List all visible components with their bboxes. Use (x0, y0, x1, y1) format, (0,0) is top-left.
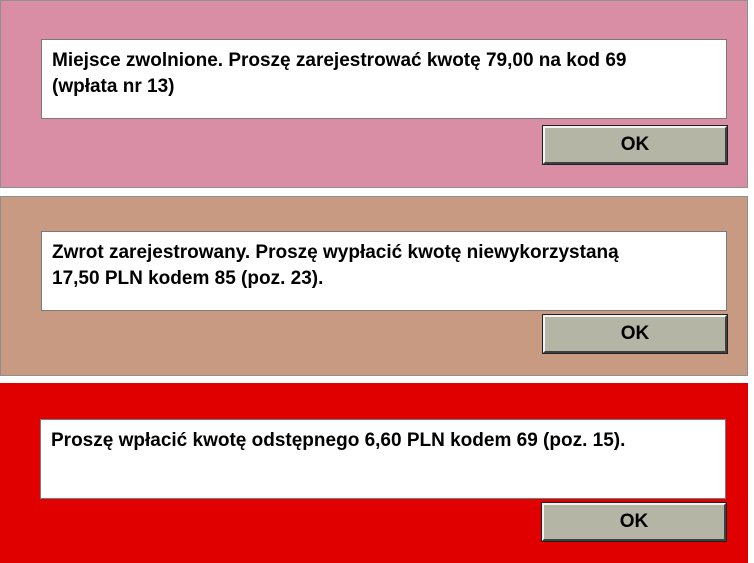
message-line: Miejsce zwolnione. Proszę zarejestrować … (52, 50, 627, 71)
ok-button[interactable]: OK (542, 125, 728, 165)
message-box: Proszę wpłacić kwotę odstępnego 6,60 PLN… (40, 419, 726, 499)
message-box: Miejsce zwolnione. Proszę zarejestrować … (41, 39, 727, 119)
dialog-refund-registered: Zwrot zarejestrowany. Proszę wypłacić kw… (0, 196, 748, 376)
ok-button[interactable]: OK (541, 502, 727, 542)
dialog-pay-fee: Proszę wpłacić kwotę odstępnego 6,60 PLN… (0, 383, 748, 563)
message-line: Zwrot zarejestrowany. Proszę wypłacić kw… (52, 242, 619, 263)
message-line: (wpłata nr 13) (52, 76, 175, 97)
message-line: Proszę wpłacić kwotę odstępnego 6,60 PLN… (51, 430, 626, 451)
message-line: 17,50 PLN kodem 85 (poz. 23). (52, 268, 324, 289)
ok-button[interactable]: OK (542, 314, 728, 354)
dialog-place-released: Miejsce zwolnione. Proszę zarejestrować … (0, 0, 748, 188)
message-box: Zwrot zarejestrowany. Proszę wypłacić kw… (41, 231, 727, 311)
